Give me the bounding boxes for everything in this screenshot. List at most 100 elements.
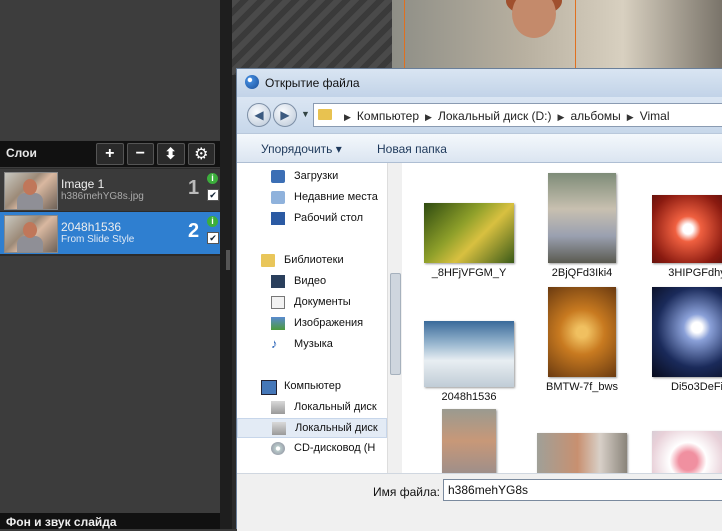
pictures-icon xyxy=(271,317,285,330)
breadcrumb-item[interactable]: Локальный диск (D:) xyxy=(438,109,552,123)
desktop-icon xyxy=(271,212,285,225)
file-item[interactable]: 2BjQFd3Iki4 xyxy=(527,173,637,279)
file-name: BMTW-7f_bws xyxy=(546,381,618,393)
file-item[interactable] xyxy=(414,409,524,473)
nav-item-local-disk-d[interactable]: Локальный диск xyxy=(237,418,387,438)
layer-row[interactable]: Image 1 h386mehYG8s.jpg 1 i ✔ xyxy=(0,169,220,211)
guide-line xyxy=(404,0,405,70)
navigation-bar: ◀ ▶ ▼ ▶ Компьютер ▶ Локальный диск (D:) ▶ аль… xyxy=(237,97,722,133)
file-thumbnail xyxy=(424,203,514,263)
file-name: 2048h1536 xyxy=(441,391,497,403)
preview-pattern xyxy=(232,0,392,75)
filename-label: Имя файла: xyxy=(373,485,440,499)
background-sound-header[interactable]: Фон и звук слайда xyxy=(0,513,228,529)
info-icon[interactable]: i xyxy=(207,216,218,227)
chevron-right-icon[interactable]: ▶ xyxy=(344,112,351,122)
back-arrow-icon[interactable]: ◀ xyxy=(247,103,271,127)
breadcrumb: ▶ Компьютер ▶ Локальный диск (D:) ▶ альбомы ▶ V… xyxy=(338,109,670,123)
cd-drive-icon xyxy=(271,442,285,455)
nav-item-computer[interactable]: Компьютер xyxy=(237,377,387,397)
filename-area: Имя файла: xyxy=(237,473,722,531)
forward-arrow-icon[interactable]: ▶ xyxy=(273,103,297,127)
layer-name: Image 1 xyxy=(61,177,105,191)
nav-item-downloads[interactable]: Загрузки xyxy=(237,167,387,187)
nav-item-libraries[interactable]: Библиотеки xyxy=(237,251,387,271)
chevron-right-icon[interactable]: ▶ xyxy=(627,112,634,122)
history-chevron-down-icon[interactable]: ▼ xyxy=(301,109,310,119)
dialog-titlebar[interactable]: Открытие файла xyxy=(237,69,722,97)
filename-input[interactable] xyxy=(443,479,722,501)
dialog-toolbar: Упорядочить ▾ Новая папка xyxy=(237,133,722,163)
chevron-right-icon[interactable]: ▶ xyxy=(425,112,432,122)
organize-button[interactable]: Упорядочить ▾ xyxy=(261,142,342,156)
file-item[interactable]: _8HFjVFGM_Y xyxy=(414,203,524,279)
dialog-title: Открытие файла xyxy=(265,76,360,90)
file-item[interactable] xyxy=(642,431,722,473)
chevron-right-icon[interactable]: ▶ xyxy=(558,112,565,122)
nav-item-documents[interactable]: Документы xyxy=(237,293,387,313)
layers-title: Слои xyxy=(6,146,37,160)
layer-settings-gear-icon[interactable]: ⚙ xyxy=(187,143,215,165)
nav-item-video[interactable]: Видео xyxy=(237,272,387,292)
file-thumbnail xyxy=(652,431,722,473)
file-item[interactable]: 3HIPGFdhy xyxy=(642,195,722,279)
file-item[interactable]: 2048h1536 xyxy=(414,321,524,403)
breadcrumb-item[interactable]: альбомы xyxy=(570,109,620,123)
file-list: _8HFjVFGM_Y 2BjQFd3Iki4 3HIPGFdhy 2048h1… xyxy=(402,163,722,473)
file-item[interactable] xyxy=(527,433,637,473)
app-icon xyxy=(245,75,259,89)
layer-thumbnail xyxy=(4,172,58,210)
nav-item-cd-drive[interactable]: CD-дисковод (H xyxy=(237,439,387,459)
file-thumbnail xyxy=(537,433,627,473)
recent-places-icon xyxy=(271,191,285,204)
remove-layer-button[interactable]: − xyxy=(126,143,154,165)
navigation-pane: Загрузки Недавние места Рабочий стол Биб… xyxy=(237,163,402,473)
splitter-handle[interactable] xyxy=(226,250,230,270)
preview-photo xyxy=(392,0,722,68)
layer-row-selected[interactable]: 2048h1536 From Slide Style 2 i ✔ xyxy=(0,212,220,254)
address-bar[interactable]: ▶ Компьютер ▶ Локальный диск (D:) ▶ альбомы ▶ V… xyxy=(313,103,722,127)
nav-item-recent[interactable]: Недавние места xyxy=(237,188,387,208)
nav-item-pictures[interactable]: Изображения xyxy=(237,314,387,334)
reorder-layer-button[interactable]: ⬍ xyxy=(157,143,185,165)
nav-item-desktop[interactable]: Рабочий стол xyxy=(237,209,387,229)
local-disk-icon xyxy=(271,401,285,414)
libraries-icon xyxy=(261,254,275,267)
layer-source: From Slide Style xyxy=(61,234,135,245)
nav-item-local-disk-c[interactable]: Локальный диск xyxy=(237,398,387,418)
folder-icon xyxy=(318,109,332,120)
file-thumbnail xyxy=(652,287,722,377)
music-icon: ♪ xyxy=(271,336,278,351)
options-area xyxy=(0,0,228,140)
file-name: _8HFjVFGM_Y xyxy=(431,267,507,279)
nav-item-music[interactable]: ♪ Музыка xyxy=(237,335,387,355)
file-name: 2BjQFd3Iki4 xyxy=(551,267,613,279)
layer-source: h386mehYG8s.jpg xyxy=(61,191,144,202)
file-item[interactable]: Di5o3DeFi xyxy=(642,287,722,393)
file-thumbnail xyxy=(548,173,616,263)
add-layer-button[interactable]: + xyxy=(96,143,124,165)
file-thumbnail xyxy=(548,287,616,377)
layer-visible-checkbox[interactable]: ✔ xyxy=(207,232,219,244)
breadcrumb-item[interactable]: Компьютер xyxy=(357,109,419,123)
breadcrumb-item[interactable]: Vimal xyxy=(640,109,670,123)
nav-scrollbar[interactable] xyxy=(387,163,402,473)
layers-list: Image 1 h386mehYG8s.jpg 1 i ✔ 2048h1536 … xyxy=(0,168,220,256)
file-name: 3HIPGFdhy xyxy=(668,267,722,279)
scrollbar-thumb[interactable] xyxy=(390,273,401,375)
file-thumbnail xyxy=(442,409,496,473)
layer-visible-checkbox[interactable]: ✔ xyxy=(207,189,219,201)
layer-number: 1 xyxy=(188,177,200,199)
guide-line xyxy=(575,0,576,70)
slide-editor-panel: Слои + − ⬍ ⚙ Image 1 h386mehYG8s.jpg 1 i… xyxy=(0,0,228,529)
file-thumbnail xyxy=(652,195,722,263)
info-icon[interactable]: i xyxy=(207,173,218,184)
open-file-dialog: Открытие файла ◀ ▶ ▼ ▶ Компьютер ▶ Локальны… xyxy=(236,68,722,531)
layer-number: 2 xyxy=(188,220,200,242)
new-folder-button[interactable]: Новая папка xyxy=(377,142,447,156)
downloads-icon xyxy=(271,170,285,183)
background-sound-title: Фон и звук слайда xyxy=(6,515,117,529)
layer-name: 2048h1536 xyxy=(61,220,122,234)
layers-header: Слои + − ⬍ ⚙ xyxy=(0,141,220,167)
file-item[interactable]: BMTW-7f_bws xyxy=(527,287,637,393)
